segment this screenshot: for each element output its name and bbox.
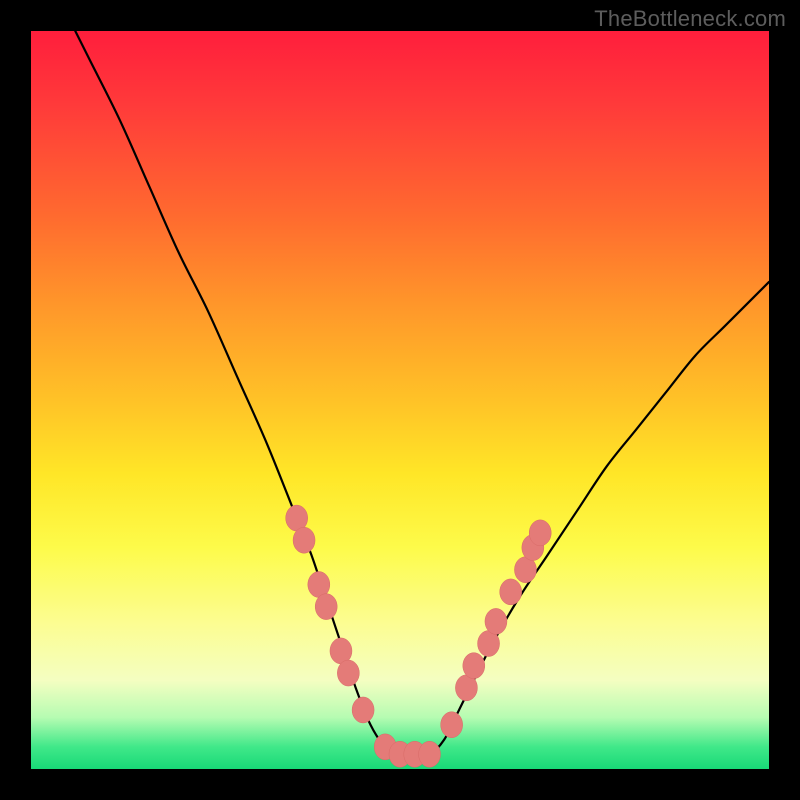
curve-marker	[500, 579, 522, 605]
curve-marker	[419, 741, 441, 767]
curve-marker	[463, 653, 485, 679]
curve-marker	[455, 675, 477, 701]
curve-marker	[404, 741, 426, 767]
curve-layer	[31, 31, 769, 769]
curve-marker	[478, 631, 500, 657]
bottleneck-curve	[75, 31, 769, 755]
curve-marker	[374, 734, 396, 760]
curve-marker	[308, 572, 330, 598]
watermark-text: TheBottleneck.com	[594, 6, 786, 32]
curve-marker	[485, 608, 507, 634]
plot-area	[31, 31, 769, 769]
curve-marker	[315, 594, 337, 620]
curve-marker	[337, 660, 359, 686]
curve-marker	[330, 638, 352, 664]
curve-marker	[352, 697, 374, 723]
curve-marker	[514, 557, 536, 583]
curve-marker	[529, 520, 551, 546]
chart-stage: TheBottleneck.com	[0, 0, 800, 800]
curve-marker	[441, 712, 463, 738]
curve-marker	[522, 535, 544, 561]
curve-marker	[293, 527, 315, 553]
curve-marker	[286, 505, 308, 531]
curve-markers	[286, 505, 552, 767]
curve-marker	[389, 741, 411, 767]
